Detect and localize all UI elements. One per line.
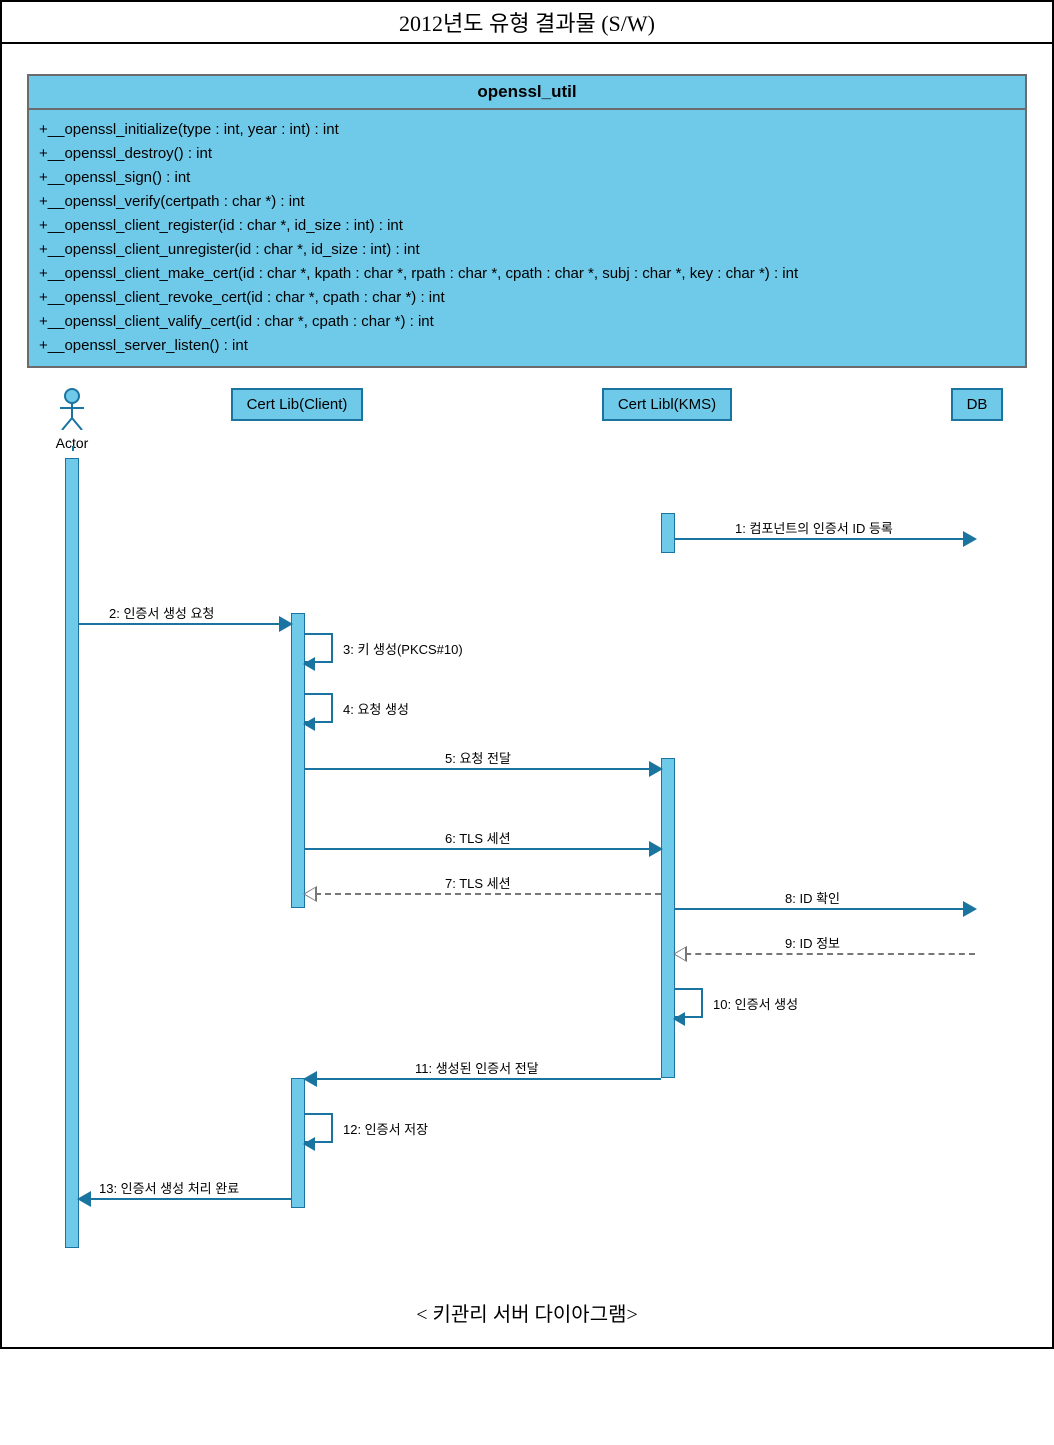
msg-9: 9: ID 정보 [675,943,975,965]
lifeline-kms: Cert Libl(KMS) [587,388,747,421]
sequence-diagram: Actor Cert Lib(Client) Cert Libl(KMS) DB [27,388,1027,1288]
activation-kms-1 [661,513,675,553]
lifeline-db-head: DB [951,388,1004,421]
msg-8: 8: ID 확인 [675,898,975,920]
actor-lifeline-line [72,446,74,451]
lifeline-actor: Actor [42,388,102,451]
method-row: +__openssl_client_register(id : char *, … [39,214,1015,238]
msg-2: 2: 인증서 생성 요청 [79,613,291,635]
msg-10: 10: 인증서 생성 [675,988,703,1018]
method-row: +__openssl_client_valify_cert(id : char … [39,310,1015,334]
page-frame: 2012년도 유형 결과물 (S/W) openssl_util +__open… [0,0,1054,1349]
content-area: openssl_util +__openssl_initialize(type … [2,44,1052,1347]
activation-actor [65,458,79,1248]
msg-12: 12: 인증서 저장 [305,1113,333,1143]
diagram-caption: < 키관리 서버 다이아그램> [22,1298,1032,1327]
msg-3: 3: 키 생성(PKCS#10) [305,633,333,663]
msg-6: 6: TLS 세션 [305,838,661,860]
msg-7: 7: TLS 세션 [305,883,661,905]
msg-11: 11: 생성된 인증서 전달 [305,1068,661,1090]
lifeline-client: Cert Lib(Client) [217,388,377,421]
lifeline-db: DB [937,388,1017,421]
msg-1: 1: 컴포넌트의 인증서 ID 등록 [675,528,975,550]
page-title: 2012년도 유형 결과물 (S/W) [2,2,1052,44]
method-row: +__openssl_destroy() : int [39,142,1015,166]
method-row: +__openssl_client_unregister(id : char *… [39,238,1015,262]
lifeline-client-head: Cert Lib(Client) [231,388,364,421]
class-name: openssl_util [29,76,1025,110]
actor-icon [57,388,87,433]
msg-13: 13: 인증서 생성 처리 완료 [79,1188,291,1210]
method-row: +__openssl_verify(certpath : char *) : i… [39,190,1015,214]
method-row: +__openssl_client_make_cert(id : char *,… [39,262,1015,286]
method-row: +__openssl_client_revoke_cert(id : char … [39,286,1015,310]
method-row: +__openssl_server_listen() : int [39,334,1015,358]
method-row: +__openssl_sign() : int [39,166,1015,190]
msg-4: 4: 요청 생성 [305,693,333,723]
msg-5: 5: 요청 전달 [305,758,661,780]
lifeline-kms-head: Cert Libl(KMS) [602,388,732,421]
uml-class-box: openssl_util +__openssl_initialize(type … [27,74,1027,368]
activation-kms-2 [661,758,675,1078]
class-methods: +__openssl_initialize(type : int, year :… [29,110,1025,366]
method-row: +__openssl_initialize(type : int, year :… [39,118,1015,142]
